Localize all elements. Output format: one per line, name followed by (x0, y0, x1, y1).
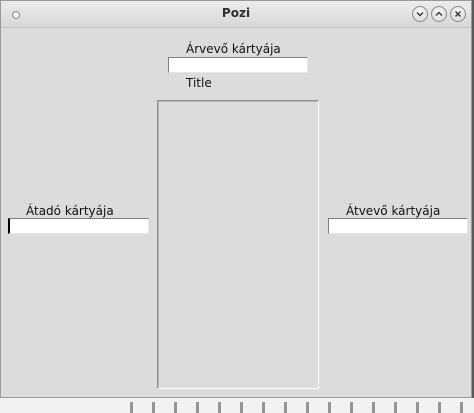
top-field-label: Árvevő kártyája (186, 42, 281, 56)
chevron-up-icon (435, 11, 443, 16)
atvevo-card-input[interactable] (328, 218, 468, 234)
close-icon (455, 11, 461, 17)
chevron-down-icon (416, 12, 424, 17)
arvevo-card-input[interactable] (168, 57, 308, 73)
window-title: Pozi (221, 6, 251, 20)
app-window: Pozi Árvevő kártyája Title Átadó kártyáj… (0, 0, 472, 398)
atado-card-input[interactable] (8, 218, 149, 234)
close-button[interactable] (450, 6, 466, 22)
center-text-area[interactable] (157, 100, 319, 389)
center-title-label: Title (186, 76, 212, 90)
left-field-label: Átadó kártyája (26, 204, 114, 218)
maximize-button[interactable] (431, 6, 447, 22)
title-bar[interactable]: Pozi (1, 1, 471, 28)
minimize-button[interactable] (412, 6, 428, 22)
right-field-label: Átvevő kártyája (346, 204, 441, 218)
background-window-fragment (130, 402, 470, 413)
